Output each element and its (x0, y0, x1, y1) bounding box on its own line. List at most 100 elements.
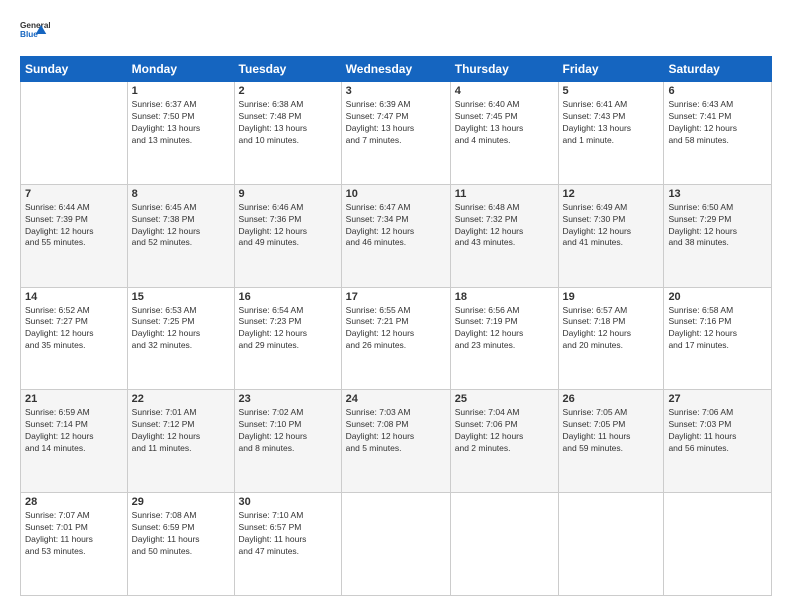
day-info: Sunrise: 6:54 AM Sunset: 7:23 PM Dayligh… (239, 305, 337, 353)
calendar-cell: 14 Sunrise: 6:52 AM Sunset: 7:27 PM Dayli… (21, 287, 128, 390)
day-number: 27 (668, 393, 767, 405)
calendar-cell: 7Sunrise: 6:44 AM Sunset: 7:39 PM Daylig… (21, 184, 128, 287)
day-info: Sunrise: 6:55 AM Sunset: 7:21 PM Dayligh… (346, 305, 446, 353)
day-number: 6 (668, 85, 767, 97)
weekday-header-wednesday: Wednesday (341, 57, 450, 82)
day-number: 25 (455, 393, 554, 405)
day-info: Sunrise: 7:01 AM Sunset: 7:12 PM Dayligh… (132, 407, 230, 455)
calendar-cell: 22 Sunrise: 7:01 AM Sunset: 7:12 PM Dayli… (127, 390, 234, 493)
week-row-2: 7Sunrise: 6:44 AM Sunset: 7:39 PM Daylig… (21, 184, 772, 287)
week-row-4: 21Sunrise: 6:59 AM Sunset: 7:14 PM Dayli… (21, 390, 772, 493)
day-number: 15 (132, 291, 230, 303)
day-number: 8 (132, 188, 230, 200)
calendar-cell (21, 82, 128, 185)
day-info: Sunrise: 6:43 AM Sunset: 7:41 PM Dayligh… (668, 99, 767, 147)
day-number: 5 (563, 85, 660, 97)
day-number: 17 (346, 291, 446, 303)
day-info: Sunrise: 7:10 AM Sunset: 6:57 PM Dayligh… (239, 510, 337, 558)
calendar-cell (450, 493, 558, 596)
day-number: 4 (455, 85, 554, 97)
calendar-cell (341, 493, 450, 596)
calendar-cell: 19 Sunrise: 6:57 AM Sunset: 7:18 PM Dayli… (558, 287, 664, 390)
day-number: 24 (346, 393, 446, 405)
day-number: 28 (25, 496, 123, 508)
day-number: 29 (132, 496, 230, 508)
weekday-header-thursday: Thursday (450, 57, 558, 82)
day-number: 14 (25, 291, 123, 303)
day-number: 3 (346, 85, 446, 97)
calendar-cell: 30Sunrise: 7:10 AM Sunset: 6:57 PM Dayli… (234, 493, 341, 596)
logo: GeneralBlue (20, 16, 50, 46)
day-number: 13 (668, 188, 767, 200)
week-row-5: 28 Sunrise: 7:07 AM Sunset: 7:01 PM Dayli… (21, 493, 772, 596)
day-info: Sunrise: 6:52 AM Sunset: 7:27 PM Dayligh… (25, 305, 123, 353)
weekday-header-tuesday: Tuesday (234, 57, 341, 82)
calendar-cell: 16Sunrise: 6:54 AM Sunset: 7:23 PM Dayli… (234, 287, 341, 390)
day-number: 12 (563, 188, 660, 200)
calendar-cell: 4 Sunrise: 6:40 AM Sunset: 7:45 PM Daylig… (450, 82, 558, 185)
day-info: Sunrise: 6:49 AM Sunset: 7:30 PM Dayligh… (563, 202, 660, 250)
calendar-cell: 26 Sunrise: 7:05 AM Sunset: 7:05 PM Dayli… (558, 390, 664, 493)
week-row-3: 14 Sunrise: 6:52 AM Sunset: 7:27 PM Dayli… (21, 287, 772, 390)
day-info: Sunrise: 6:56 AM Sunset: 7:19 PM Dayligh… (455, 305, 554, 353)
calendar-cell: 11Sunrise: 6:48 AM Sunset: 7:32 PM Dayli… (450, 184, 558, 287)
svg-text:Blue: Blue (20, 30, 38, 39)
day-info: Sunrise: 6:38 AM Sunset: 7:48 PM Dayligh… (239, 99, 337, 147)
calendar-cell: 6 Sunrise: 6:43 AM Sunset: 7:41 PM Daylig… (664, 82, 772, 185)
day-number: 19 (563, 291, 660, 303)
weekday-header-row: SundayMondayTuesdayWednesdayThursdayFrid… (21, 57, 772, 82)
day-info: Sunrise: 7:02 AM Sunset: 7:10 PM Dayligh… (239, 407, 337, 455)
day-info: Sunrise: 6:41 AM Sunset: 7:43 PM Dayligh… (563, 99, 660, 147)
day-info: Sunrise: 6:40 AM Sunset: 7:45 PM Dayligh… (455, 99, 554, 147)
day-info: Sunrise: 6:47 AM Sunset: 7:34 PM Dayligh… (346, 202, 446, 250)
calendar-cell: 9Sunrise: 6:46 AM Sunset: 7:36 PM Daylig… (234, 184, 341, 287)
calendar-cell: 10 Sunrise: 6:47 AM Sunset: 7:34 PM Dayli… (341, 184, 450, 287)
header: GeneralBlue (20, 16, 772, 46)
day-info: Sunrise: 7:03 AM Sunset: 7:08 PM Dayligh… (346, 407, 446, 455)
day-info: Sunrise: 6:44 AM Sunset: 7:39 PM Dayligh… (25, 202, 123, 250)
calendar-cell: 18Sunrise: 6:56 AM Sunset: 7:19 PM Dayli… (450, 287, 558, 390)
day-info: Sunrise: 7:08 AM Sunset: 6:59 PM Dayligh… (132, 510, 230, 558)
calendar-cell: 3 Sunrise: 6:39 AM Sunset: 7:47 PM Daylig… (341, 82, 450, 185)
day-info: Sunrise: 6:50 AM Sunset: 7:29 PM Dayligh… (668, 202, 767, 250)
day-number: 10 (346, 188, 446, 200)
day-number: 2 (239, 85, 337, 97)
day-info: Sunrise: 7:04 AM Sunset: 7:06 PM Dayligh… (455, 407, 554, 455)
calendar-cell: 15Sunrise: 6:53 AM Sunset: 7:25 PM Dayli… (127, 287, 234, 390)
calendar-cell: 27 Sunrise: 7:06 AM Sunset: 7:03 PM Dayli… (664, 390, 772, 493)
week-row-1: 1 Sunrise: 6:37 AM Sunset: 7:50 PM Daylig… (21, 82, 772, 185)
weekday-header-sunday: Sunday (21, 57, 128, 82)
day-number: 21 (25, 393, 123, 405)
day-info: Sunrise: 7:05 AM Sunset: 7:05 PM Dayligh… (563, 407, 660, 455)
calendar-cell: 25 Sunrise: 7:04 AM Sunset: 7:06 PM Dayli… (450, 390, 558, 493)
calendar-cell: 23 Sunrise: 7:02 AM Sunset: 7:10 PM Dayli… (234, 390, 341, 493)
weekday-header-friday: Friday (558, 57, 664, 82)
logo-icon: GeneralBlue (20, 16, 50, 46)
day-info: Sunrise: 6:39 AM Sunset: 7:47 PM Dayligh… (346, 99, 446, 147)
weekday-header-saturday: Saturday (664, 57, 772, 82)
calendar-cell (664, 493, 772, 596)
day-info: Sunrise: 6:37 AM Sunset: 7:50 PM Dayligh… (132, 99, 230, 147)
svg-text:General: General (20, 21, 50, 30)
day-info: Sunrise: 6:57 AM Sunset: 7:18 PM Dayligh… (563, 305, 660, 353)
weekday-header-monday: Monday (127, 57, 234, 82)
day-number: 1 (132, 85, 230, 97)
calendar-cell: 20Sunrise: 6:58 AM Sunset: 7:16 PM Dayli… (664, 287, 772, 390)
calendar-cell: 28 Sunrise: 7:07 AM Sunset: 7:01 PM Dayli… (21, 493, 128, 596)
calendar-cell: 12 Sunrise: 6:49 AM Sunset: 7:30 PM Dayli… (558, 184, 664, 287)
calendar-cell: 17 Sunrise: 6:55 AM Sunset: 7:21 PM Dayli… (341, 287, 450, 390)
calendar-table: SundayMondayTuesdayWednesdayThursdayFrid… (20, 56, 772, 596)
day-number: 20 (668, 291, 767, 303)
day-info: Sunrise: 7:07 AM Sunset: 7:01 PM Dayligh… (25, 510, 123, 558)
day-number: 22 (132, 393, 230, 405)
calendar-cell: 1 Sunrise: 6:37 AM Sunset: 7:50 PM Daylig… (127, 82, 234, 185)
day-info: Sunrise: 6:45 AM Sunset: 7:38 PM Dayligh… (132, 202, 230, 250)
day-info: Sunrise: 6:48 AM Sunset: 7:32 PM Dayligh… (455, 202, 554, 250)
day-number: 23 (239, 393, 337, 405)
calendar-cell: 21Sunrise: 6:59 AM Sunset: 7:14 PM Dayli… (21, 390, 128, 493)
calendar-cell (558, 493, 664, 596)
calendar-cell: 8 Sunrise: 6:45 AM Sunset: 7:38 PM Daylig… (127, 184, 234, 287)
day-number: 9 (239, 188, 337, 200)
day-number: 26 (563, 393, 660, 405)
day-info: Sunrise: 7:06 AM Sunset: 7:03 PM Dayligh… (668, 407, 767, 455)
